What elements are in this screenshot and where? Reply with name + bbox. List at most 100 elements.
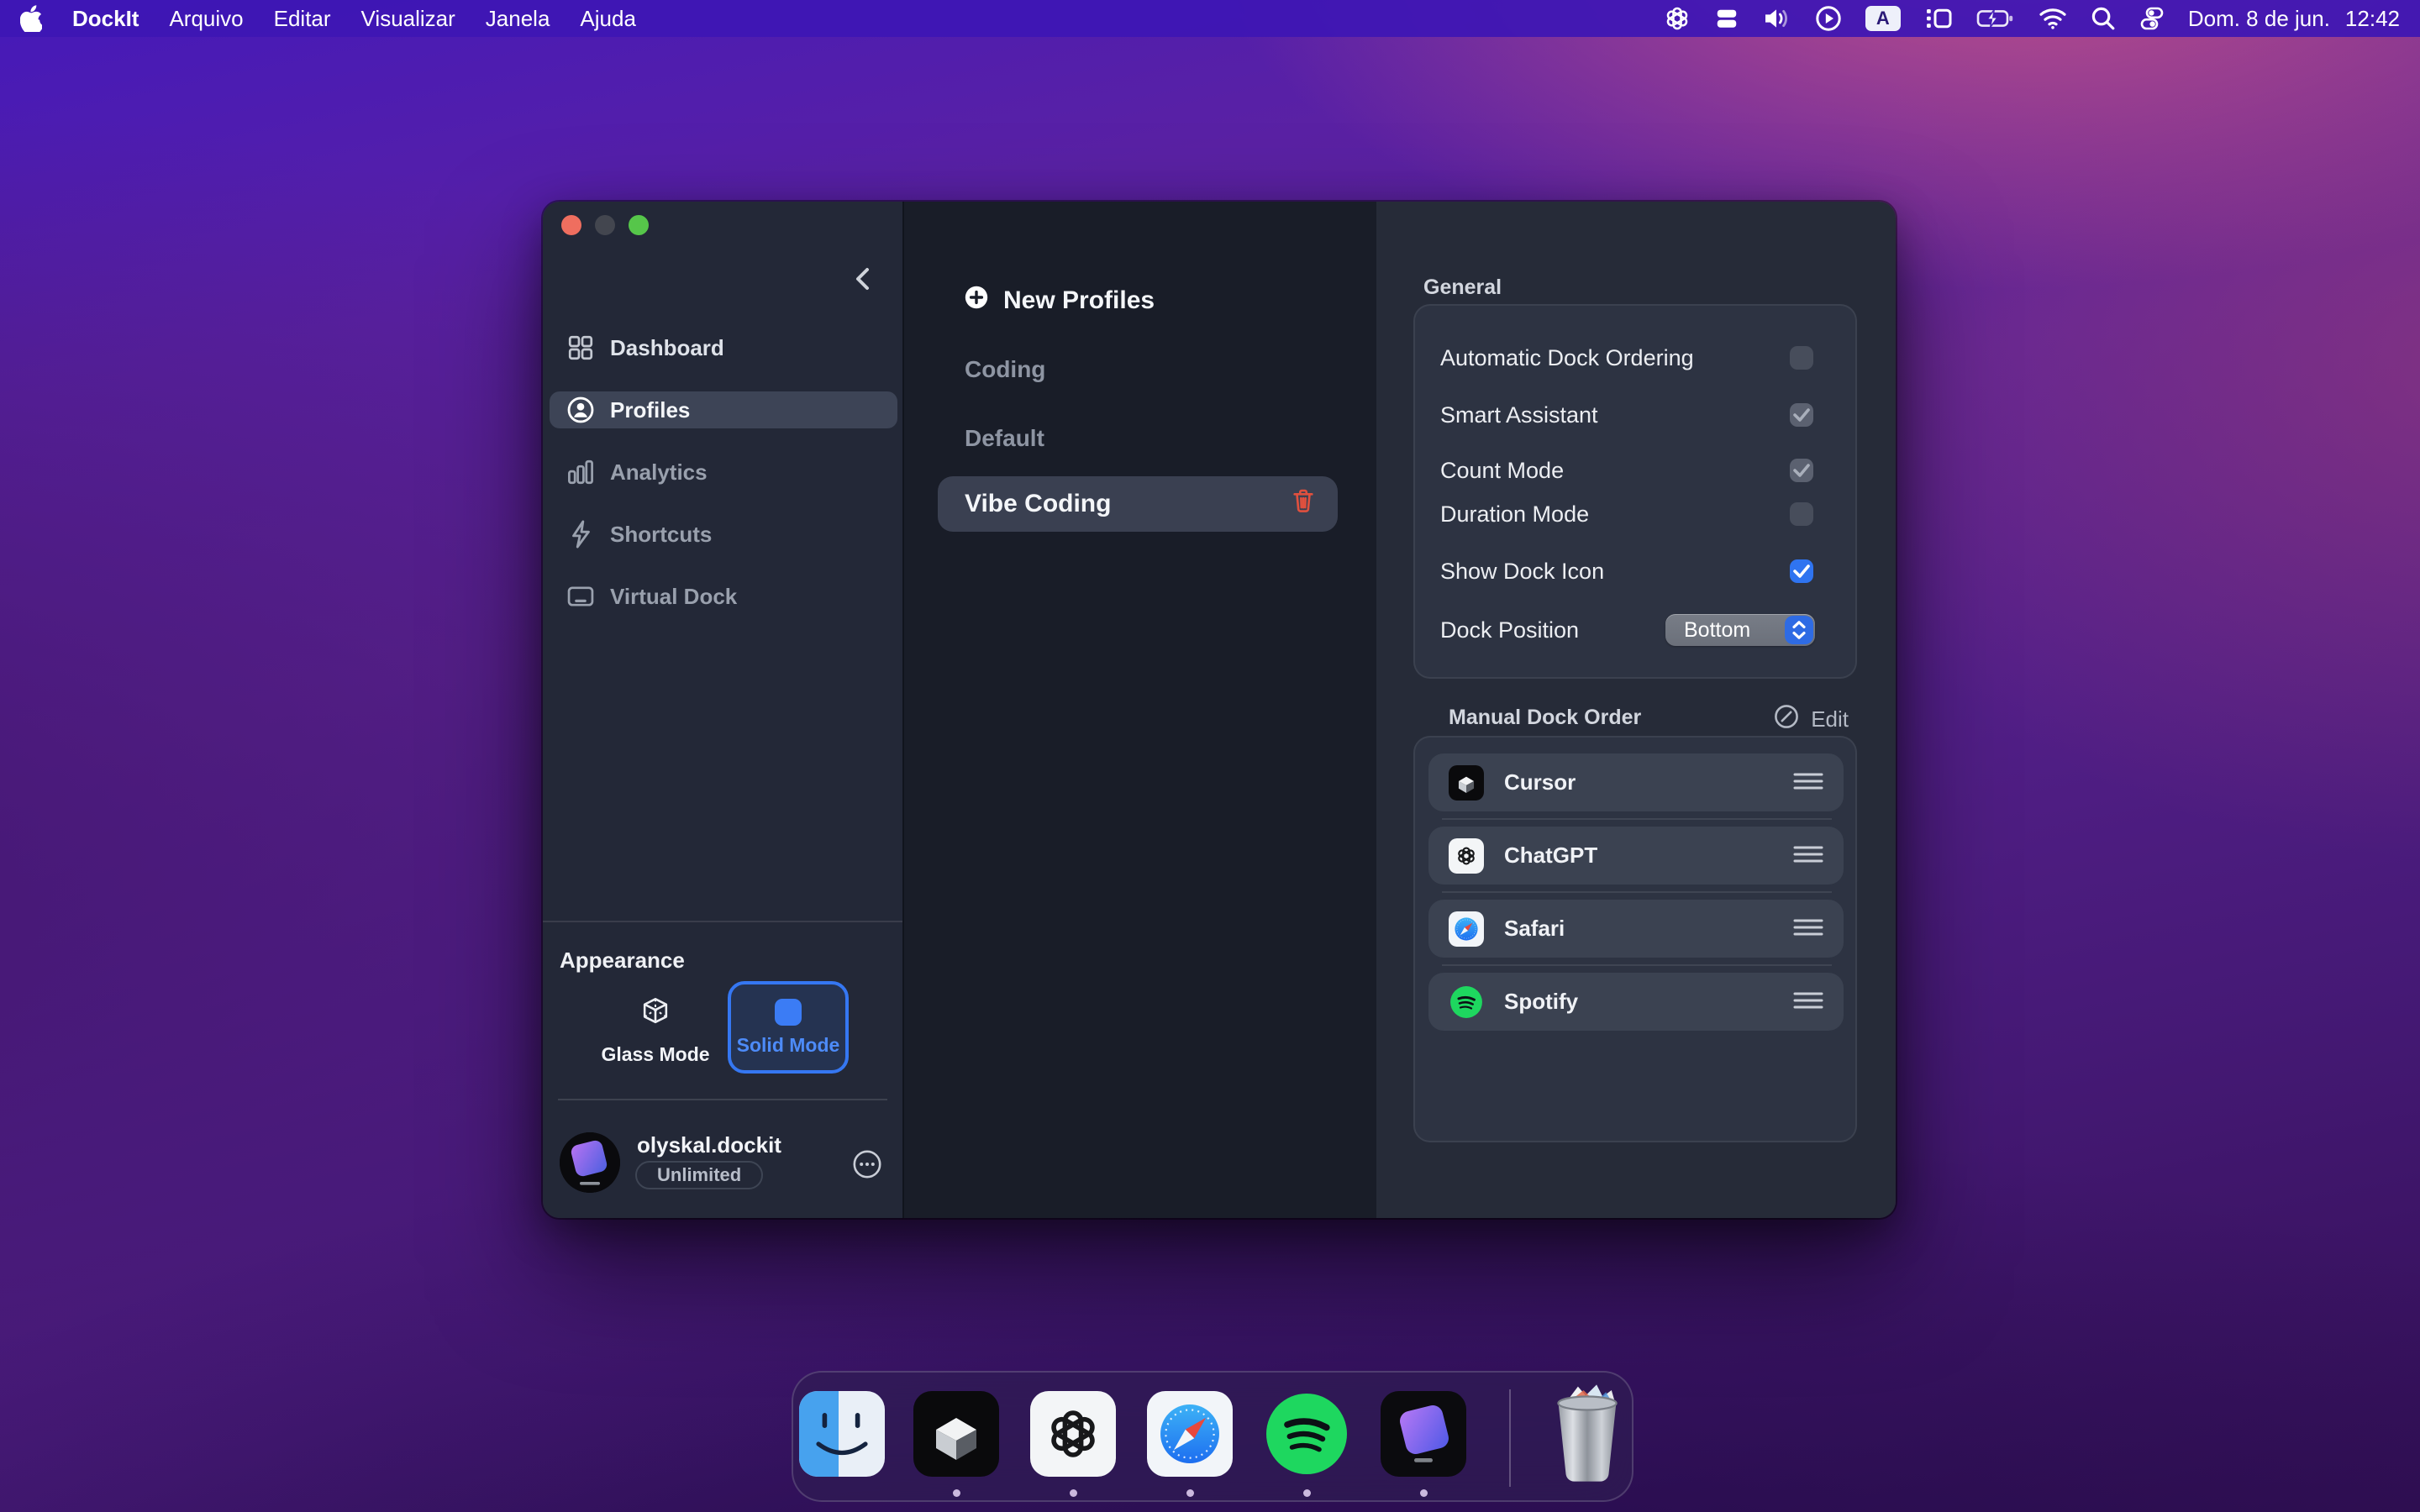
stacked-windows-icon[interactable] [1714, 5, 1739, 32]
account-plan-badge: Unlimited [635, 1161, 763, 1189]
spotify-app-icon [1449, 984, 1484, 1020]
checkbox-count-mode[interactable] [1790, 459, 1813, 482]
dock-order-row-safari[interactable]: Safari [1428, 900, 1844, 958]
dock-order-row-spotify[interactable]: Spotify [1428, 973, 1844, 1031]
setting-row-smart-assistant: Smart Assistant [1440, 396, 1813, 433]
menu-time: 12:42 [2345, 6, 2400, 32]
setting-label: Dock Position [1440, 617, 1579, 643]
setting-row-count-mode: Count Mode [1440, 452, 1813, 489]
checkbox-duration-mode[interactable] [1790, 502, 1813, 526]
dock-cursor-icon[interactable] [913, 1391, 999, 1477]
plus-circle-icon [965, 286, 988, 316]
zoom-button[interactable] [629, 215, 649, 235]
search-icon[interactable] [2091, 5, 2116, 32]
divider [1442, 891, 1832, 893]
setting-label: Duration Mode [1440, 501, 1589, 528]
sidebar-item-shortcuts[interactable]: Shortcuts [550, 516, 897, 553]
menu-visualizar[interactable]: Visualizar [361, 6, 455, 32]
dock-order-row-cursor[interactable]: Cursor [1428, 753, 1844, 811]
dock-order-app-name: ChatGPT [1504, 843, 1793, 869]
divider [558, 1099, 887, 1100]
glass-mode-button[interactable]: Glass Mode [595, 983, 716, 1075]
wifi-icon[interactable] [2039, 5, 2067, 32]
checkbox-smart-assistant[interactable] [1790, 403, 1813, 427]
sidebar-item-label: Profiles [610, 397, 690, 423]
dock-chatgpt-icon[interactable] [1030, 1391, 1116, 1477]
profile-item-vibe-coding[interactable]: Vibe Coding [938, 476, 1338, 532]
drag-handle-icon[interactable] [1793, 840, 1823, 871]
dock-order-section-title: Manual Dock Order [1449, 706, 1641, 730]
running-indicator-cursor [953, 1489, 960, 1497]
running-indicator-chatgpt [1070, 1489, 1077, 1497]
dock-position-dropdown[interactable]: Bottom [1665, 614, 1815, 646]
sidebar-item-label: Analytics [610, 459, 708, 486]
sidebar-item-dashboard[interactable]: Dashboard [550, 329, 897, 366]
bar-chart-icon [566, 458, 595, 486]
setting-label: Smart Assistant [1440, 402, 1598, 428]
account-more-button[interactable] [852, 1149, 882, 1179]
dock-trash-icon[interactable] [1544, 1383, 1630, 1483]
dock-dockit-icon[interactable] [1381, 1391, 1466, 1477]
pencil-circle-icon [1774, 704, 1799, 735]
menu-janela[interactable]: Janela [486, 6, 550, 32]
divider [543, 921, 902, 922]
account-avatar[interactable] [560, 1132, 620, 1193]
close-button[interactable] [561, 215, 581, 235]
battery-charging-icon[interactable] [1976, 5, 2015, 32]
delete-profile-button[interactable] [1291, 487, 1316, 521]
dock-finder-icon[interactable] [799, 1391, 885, 1477]
dropdown-value: Bottom [1665, 618, 1785, 643]
running-indicator-spotify [1303, 1489, 1311, 1497]
solid-square-icon [775, 999, 802, 1026]
sidebar-item-label: Shortcuts [610, 522, 712, 548]
account-name: olyskal.dockit [637, 1132, 781, 1158]
settings-column: General Automatic Dock Ordering Smart As… [1376, 202, 1896, 1218]
play-circle-icon[interactable] [1815, 5, 1842, 32]
dock-window-icon [566, 582, 595, 611]
minimize-button[interactable] [595, 215, 615, 235]
dropdown-chevrons-icon [1785, 616, 1813, 644]
sidebar-collapse-button[interactable] [850, 265, 877, 292]
solid-mode-button[interactable]: Solid Mode [728, 981, 849, 1074]
dock-order-app-name: Safari [1504, 916, 1793, 942]
dockit-window: Dashboard Profiles Analytics [543, 202, 1896, 1218]
sidebar-item-analytics[interactable]: Analytics [550, 454, 897, 491]
drag-handle-icon[interactable] [1793, 913, 1823, 944]
new-profiles-button[interactable]: New Profiles [965, 286, 1155, 316]
profile-item-coding[interactable]: Coding [965, 356, 1045, 383]
edit-label: Edit [1811, 706, 1849, 732]
dock-spotify-icon[interactable] [1264, 1391, 1349, 1477]
control-center-icon[interactable] [2139, 5, 2165, 32]
dock-separator [1509, 1389, 1511, 1487]
checkbox-automatic-dock-ordering[interactable] [1790, 346, 1813, 370]
apple-menu-icon[interactable] [20, 5, 42, 32]
dock-safari-icon[interactable] [1147, 1391, 1233, 1477]
drag-handle-icon[interactable] [1793, 767, 1823, 798]
setting-row-duration-mode: Duration Mode [1440, 496, 1813, 533]
input-source-icon[interactable]: A [1865, 6, 1901, 31]
cursor-app-icon [1449, 765, 1484, 801]
divider [1442, 818, 1832, 820]
menu-ajuda[interactable]: Ajuda [580, 6, 636, 32]
new-profiles-label: New Profiles [1003, 286, 1155, 315]
volume-icon[interactable] [1763, 5, 1791, 32]
menu-clock[interactable]: Dom. 8 de jun. 12:42 [2188, 6, 2400, 32]
running-indicator-safari [1186, 1489, 1194, 1497]
grid-icon [566, 333, 595, 362]
drag-handle-icon[interactable] [1793, 986, 1823, 1017]
checkbox-show-dock-icon[interactable] [1790, 559, 1813, 583]
person-circle-icon [566, 396, 595, 424]
dock-order-row-chatgpt[interactable]: ChatGPT [1428, 827, 1844, 885]
safari-app-icon [1449, 911, 1484, 947]
stage-manager-icon[interactable] [1924, 5, 1953, 32]
chatgpt-menu-icon[interactable] [1664, 5, 1691, 32]
menu-editar[interactable]: Editar [274, 6, 331, 32]
profile-name: Vibe Coding [965, 490, 1111, 518]
edit-dock-order-button[interactable]: Edit [1774, 704, 1849, 735]
setting-row-dock-position: Dock Position Bottom [1440, 612, 1815, 648]
sidebar-item-virtual-dock[interactable]: Virtual Dock [550, 578, 897, 615]
menu-arquivo[interactable]: Arquivo [169, 6, 243, 32]
sidebar-item-profiles[interactable]: Profiles [550, 391, 897, 428]
dock-order-app-name: Cursor [1504, 769, 1793, 795]
menu-app-name[interactable]: DockIt [72, 6, 139, 32]
